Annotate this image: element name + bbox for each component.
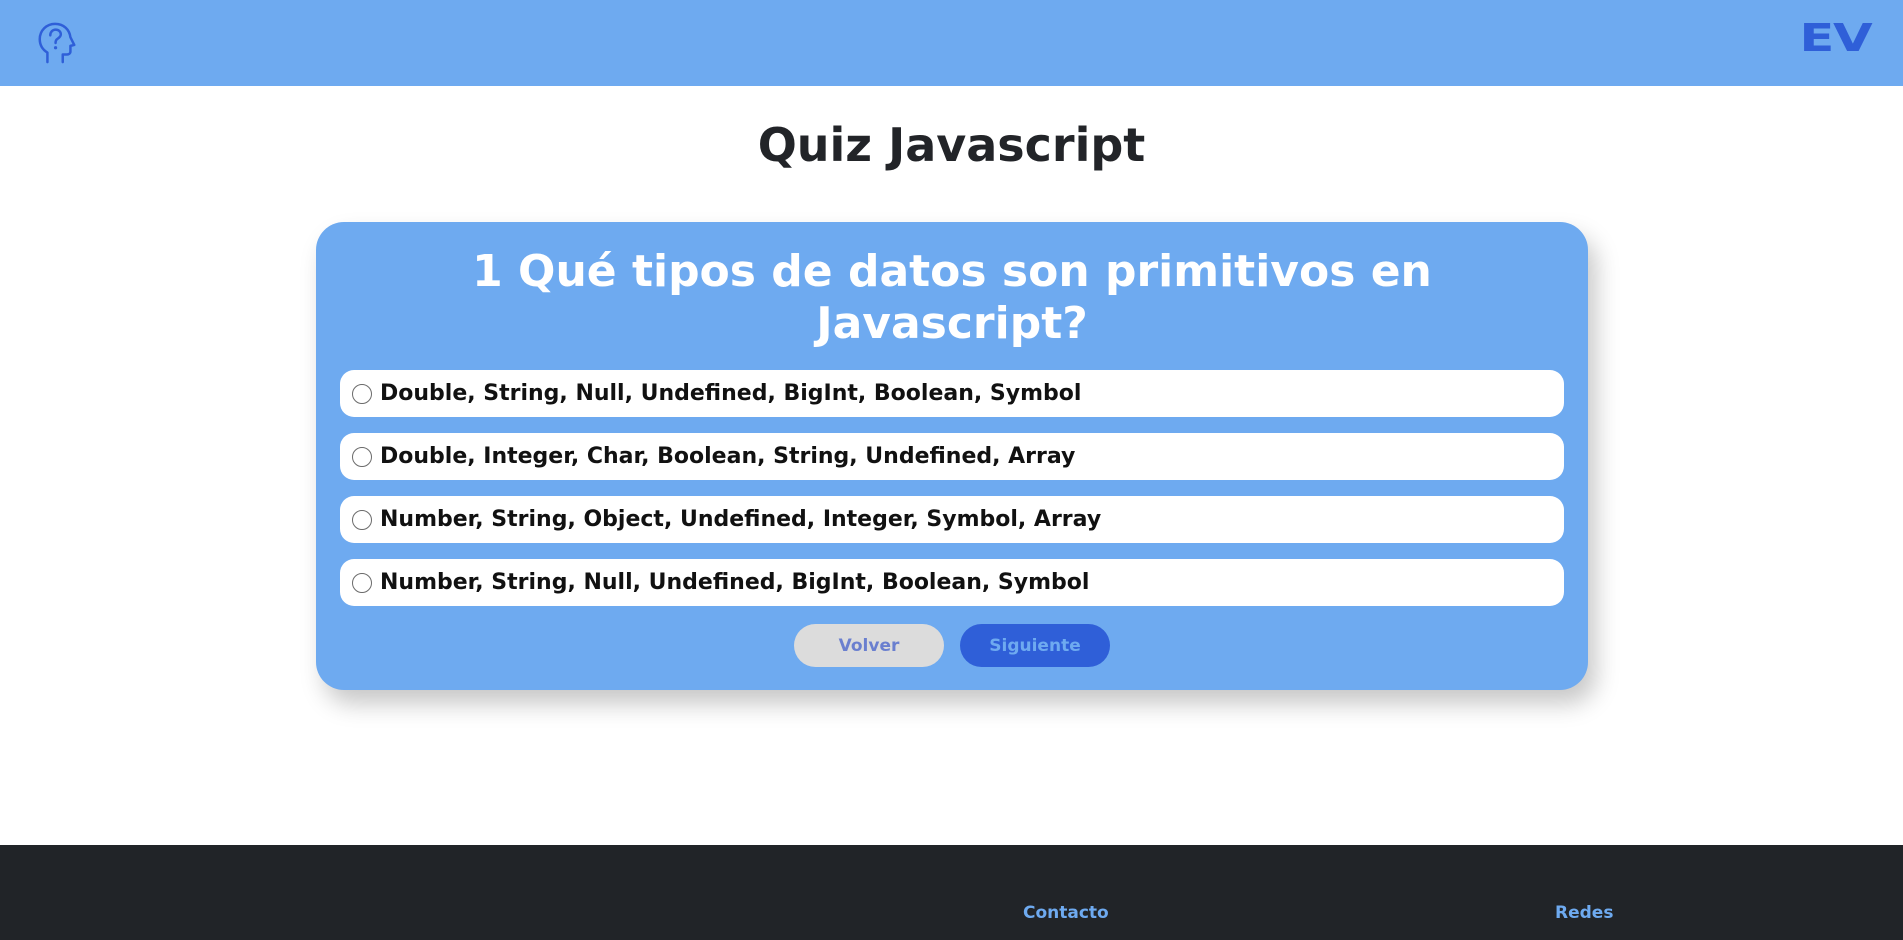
quiz-card: 1 Qué tipos de datos son primitivos en J…	[316, 222, 1588, 690]
answer-option-2[interactable]: Double, Integer, Char, Boolean, String, …	[340, 433, 1564, 480]
answer-option-1[interactable]: Double, String, Null, Undefined, BigInt,…	[340, 370, 1564, 417]
question-text: 1 Qué tipos de datos son primitivos en J…	[472, 246, 1432, 349]
radio-button[interactable]	[352, 509, 372, 530]
header: EV	[0, 0, 1903, 86]
answer-label: Number, String, Null, Undefined, BigInt,…	[380, 570, 1090, 595]
footer: Contacto Redes	[0, 845, 1903, 940]
logo[interactable]: EV	[1799, 16, 1872, 60]
answer-label: Number, String, Object, Undefined, Integ…	[380, 507, 1102, 532]
next-button[interactable]: Siguiente	[960, 624, 1110, 667]
answer-label: Double, Integer, Char, Boolean, String, …	[380, 444, 1076, 469]
footer-contact-link[interactable]: Contacto	[1023, 903, 1109, 923]
radio-button[interactable]	[352, 446, 372, 467]
answer-option-3[interactable]: Number, String, Object, Undefined, Integ…	[340, 496, 1564, 543]
page-title: Quiz Javascript	[757, 118, 1146, 172]
footer-social-link[interactable]: Redes	[1555, 903, 1613, 923]
answer-label: Double, String, Null, Undefined, BigInt,…	[380, 381, 1082, 406]
answer-option-4[interactable]: Number, String, Null, Undefined, BigInt,…	[340, 559, 1564, 606]
back-button[interactable]: Volver	[794, 624, 944, 667]
radio-button[interactable]	[352, 572, 372, 593]
radio-button[interactable]	[352, 383, 372, 404]
help-head-icon[interactable]	[34, 20, 80, 66]
